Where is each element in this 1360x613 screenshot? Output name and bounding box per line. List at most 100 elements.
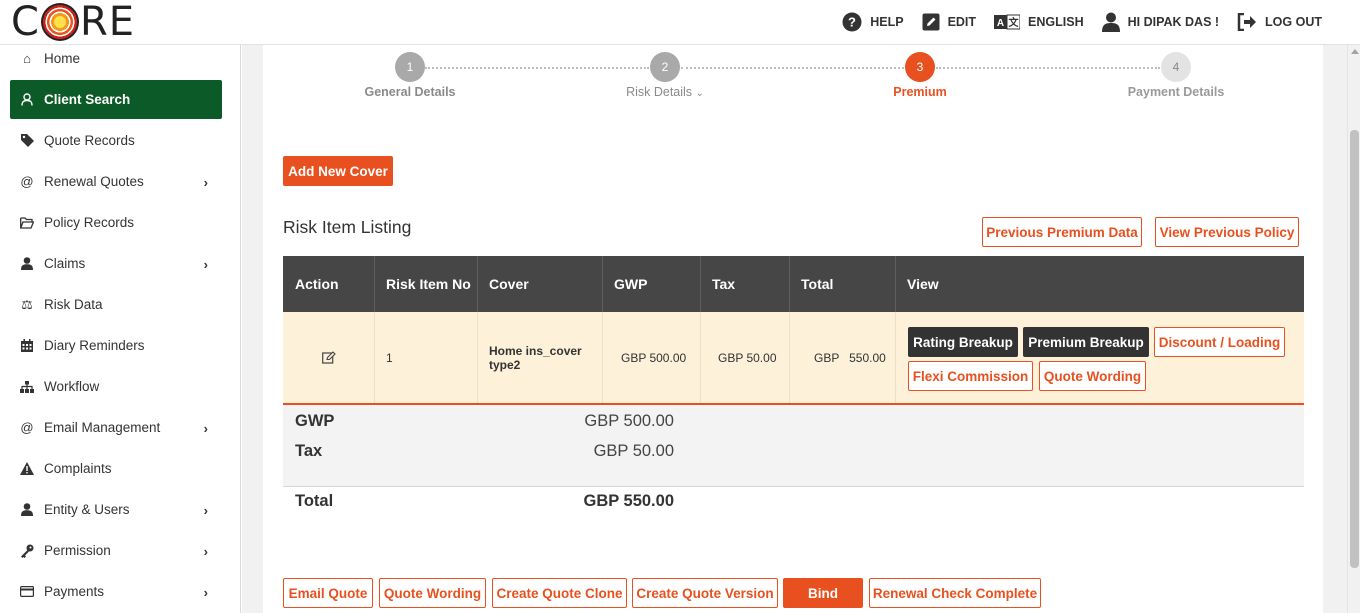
flexi-commission-button[interactable]: Flexi Commission [908, 361, 1033, 391]
row-risk-item-no: 1 [374, 312, 478, 403]
top-nav: ? HELP EDIT A文 ENGLISH HI DIPAK DAS ! LO… [842, 0, 1322, 44]
edit-icon [922, 13, 940, 31]
step-2-label-text: Risk Details [626, 85, 693, 99]
sidebar-item-label: Renewal Quotes [44, 174, 144, 189]
stepper-connector [425, 67, 649, 69]
user-outline-icon [20, 93, 34, 107]
language-icon: A文 [994, 14, 1021, 30]
sidebar-item-diary-reminders[interactable]: Diary Reminders [10, 326, 222, 365]
sidebar-item-label: Payments [44, 584, 105, 599]
sidebar-item-renewal-quotes[interactable]: @ Renewal Quotes › [10, 162, 222, 201]
renewal-check-complete-button[interactable]: Renewal Check Complete [869, 578, 1041, 608]
sidebar-item-label: Claims [44, 256, 86, 271]
help-link[interactable]: ? HELP [842, 12, 904, 32]
scrollbar-thumb[interactable] [1350, 130, 1359, 568]
create-quote-version-button[interactable]: Create Quote Version [632, 578, 778, 608]
sidebar-item-risk-data[interactable]: ⚖ Risk Data [10, 285, 222, 324]
sidebar-item-claims[interactable]: Claims › [10, 244, 222, 283]
sidebar-item-complaints[interactable]: Complaints [10, 449, 222, 488]
home-icon: ⌂ [23, 51, 31, 66]
sidebar-item-label: Diary Reminders [44, 338, 145, 353]
scroll-up-arrow-icon[interactable] [1351, 49, 1359, 54]
bind-button[interactable]: Bind [783, 578, 863, 608]
edit-label: EDIT [947, 15, 977, 29]
chevron-right-icon: › [203, 175, 208, 190]
column-header-cover: Cover [477, 256, 603, 312]
table-header: Action Risk Item No Cover GWP Tax Total … [283, 256, 1304, 312]
calendar-icon [20, 339, 34, 353]
premium-summary: GWP GBP 500.00 Tax GBP 50.00 [283, 405, 1304, 487]
sidebar-item-entity-users[interactable]: Entity & Users › [10, 490, 222, 529]
step-3-circle[interactable]: 3 [905, 52, 935, 82]
premium-breakup-button[interactable]: Premium Breakup [1023, 327, 1149, 357]
step-4-label[interactable]: Payment Details [1096, 85, 1256, 99]
core-logo[interactable]: C RE [11, 2, 135, 42]
help-icon: ? [842, 12, 862, 32]
column-header-risk-item-no: Risk Item No [374, 256, 478, 312]
at-icon: @ [20, 420, 34, 435]
chevron-right-icon: › [203, 421, 208, 436]
row-total: GBP 550.00 [789, 312, 896, 403]
sidebar-item-client-search[interactable]: Client Search [10, 80, 222, 119]
svg-text:?: ? [848, 15, 856, 30]
summary-tax-label: Tax [295, 442, 323, 460]
discount-loading-button[interactable]: Discount / Loading [1154, 327, 1285, 357]
sidebar-item-label: Client Search [44, 92, 131, 107]
stepper-connector [936, 67, 1160, 69]
logout-link[interactable]: LOG OUT [1237, 13, 1322, 31]
sidebar-item-home[interactable]: ⌂ Home [10, 45, 222, 78]
sidebar-item-label: Complaints [44, 461, 112, 476]
edit-row-icon[interactable] [321, 351, 336, 364]
language-link[interactable]: A文 ENGLISH [994, 14, 1084, 30]
sidebar-item-policy-records[interactable]: Policy Records [10, 203, 222, 242]
user-menu[interactable]: HI DIPAK DAS ! [1101, 12, 1220, 32]
sidebar-item-label: Email Management [44, 420, 161, 435]
sidebar-item-quote-records[interactable]: Quote Records [10, 121, 222, 160]
chevron-right-icon: › [203, 585, 208, 600]
logo-target-icon [40, 3, 79, 41]
warning-icon [20, 462, 34, 476]
chevron-right-icon: › [203, 544, 208, 559]
credit-card-icon [20, 585, 34, 599]
folder-open-icon [20, 216, 34, 230]
svg-text:A: A [997, 18, 1004, 29]
summary-tax-value: GBP 50.00 [593, 442, 674, 460]
add-new-cover-button[interactable]: Add New Cover [283, 156, 393, 186]
help-label: HELP [870, 15, 904, 29]
previous-premium-data-button[interactable]: Previous Premium Data [982, 217, 1142, 247]
sidebar-item-payments[interactable]: Payments › [10, 572, 222, 611]
create-quote-clone-button[interactable]: Create Quote Clone [492, 578, 627, 608]
email-quote-button[interactable]: Email Quote [283, 578, 373, 608]
sidebar-item-workflow[interactable]: Workflow [10, 367, 222, 406]
user-greeting: HI DIPAK DAS ! [1127, 15, 1220, 29]
step-4-circle[interactable]: 4 [1161, 52, 1191, 82]
at-icon: @ [20, 174, 34, 189]
step-2-circle[interactable]: 2 [650, 52, 680, 82]
step-3-label[interactable]: Premium [840, 85, 1000, 99]
sidebar-item-email-management[interactable]: @ Email Management › [10, 408, 222, 447]
row-tax: GBP 50.00 [700, 312, 790, 403]
step-2-label[interactable]: Risk Details ⌄ [585, 85, 745, 99]
quote-wording-button[interactable]: Quote Wording [379, 578, 486, 608]
row-action-cell [283, 312, 375, 403]
step-1-label[interactable]: General Details [330, 85, 490, 99]
sidebar-item-label: Quote Records [44, 133, 135, 148]
sidebar-item-permission[interactable]: Permission › [10, 531, 222, 570]
step-1-circle[interactable]: 1 [395, 52, 425, 82]
balance-scale-icon: ⚖ [21, 296, 33, 312]
table-row: 1 Home ins_cover type2 GBP 500.00 GBP 50… [283, 312, 1304, 405]
sidebar-item-label: Home [44, 51, 81, 66]
chevron-down-icon: ⌄ [695, 88, 704, 99]
user-icon [20, 257, 34, 271]
user-icon [20, 503, 34, 517]
sidebar-item-label: Policy Records [44, 215, 135, 230]
page-scrollbar[interactable] [1347, 45, 1360, 613]
top-header: C RE ? HELP EDIT A文 ENGLISH HI DIPAK DAS… [0, 0, 1360, 45]
risk-item-listing-title: Risk Item Listing [283, 217, 412, 237]
view-previous-policy-button[interactable]: View Previous Policy [1155, 217, 1299, 247]
quote-wording-view-button[interactable]: Quote Wording [1039, 361, 1146, 391]
rating-breakup-button[interactable]: Rating Breakup [908, 327, 1018, 357]
column-header-total: Total [789, 256, 896, 312]
edit-link[interactable]: EDIT [922, 13, 976, 31]
summary-total-value: GBP 550.00 [583, 492, 674, 510]
